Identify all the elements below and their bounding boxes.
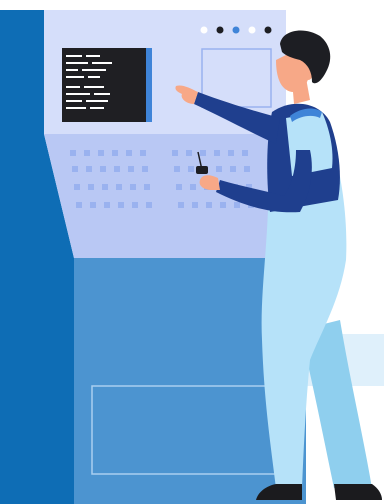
keyboard-key xyxy=(90,202,96,208)
keyboard-key xyxy=(104,202,110,208)
keyboard-key xyxy=(242,150,248,156)
keyboard-key xyxy=(72,166,78,172)
keyboard-key xyxy=(84,150,90,156)
keyboard-key xyxy=(220,202,226,208)
keyboard-key xyxy=(114,166,120,172)
keyboard-key xyxy=(216,166,222,172)
keyboard-key xyxy=(86,166,92,172)
indicator-light xyxy=(248,26,256,34)
keyboard-key xyxy=(132,202,138,208)
keyboard-key xyxy=(128,166,134,172)
keyboard-key xyxy=(76,202,82,208)
keyboard-key xyxy=(174,166,180,172)
keyboard-key xyxy=(192,202,198,208)
illustration-scene xyxy=(0,0,384,504)
keyboard-key xyxy=(98,150,104,156)
keyboard-key xyxy=(200,150,206,156)
keyboard-key xyxy=(116,184,122,190)
boot-back xyxy=(334,484,382,500)
keyboard-key xyxy=(140,150,146,156)
keyboard-key xyxy=(144,184,150,190)
keyboard-key xyxy=(214,150,220,156)
indicator-light xyxy=(200,26,208,34)
keyboard-key xyxy=(102,184,108,190)
keyboard-key xyxy=(176,184,182,190)
terminal-screen-icon xyxy=(62,48,152,122)
keyboard-key xyxy=(234,202,240,208)
keyboard-key xyxy=(100,166,106,172)
indicator-light xyxy=(216,26,224,34)
keyboard-key xyxy=(74,184,80,190)
keyboard-key xyxy=(146,202,152,208)
indicator-light xyxy=(264,26,272,34)
keyboard-key xyxy=(142,166,148,172)
keyboard-key xyxy=(70,150,76,156)
keyboard-key xyxy=(228,150,234,156)
keyboard-key xyxy=(88,184,94,190)
keyboard-key xyxy=(186,150,192,156)
keyboard-key xyxy=(206,202,212,208)
indicator-light xyxy=(232,26,240,34)
keyboard-key xyxy=(118,202,124,208)
keyboard-key xyxy=(188,166,194,172)
keyboard-key xyxy=(178,202,184,208)
keyboard-key xyxy=(126,150,132,156)
keyboard-key xyxy=(190,184,196,190)
keyboard-key xyxy=(230,166,236,172)
keyboard-key xyxy=(130,184,136,190)
control-panel-illustration xyxy=(0,10,384,504)
keyboard-key xyxy=(172,150,178,156)
keyboard-key xyxy=(112,150,118,156)
keyboard-key xyxy=(244,166,250,172)
